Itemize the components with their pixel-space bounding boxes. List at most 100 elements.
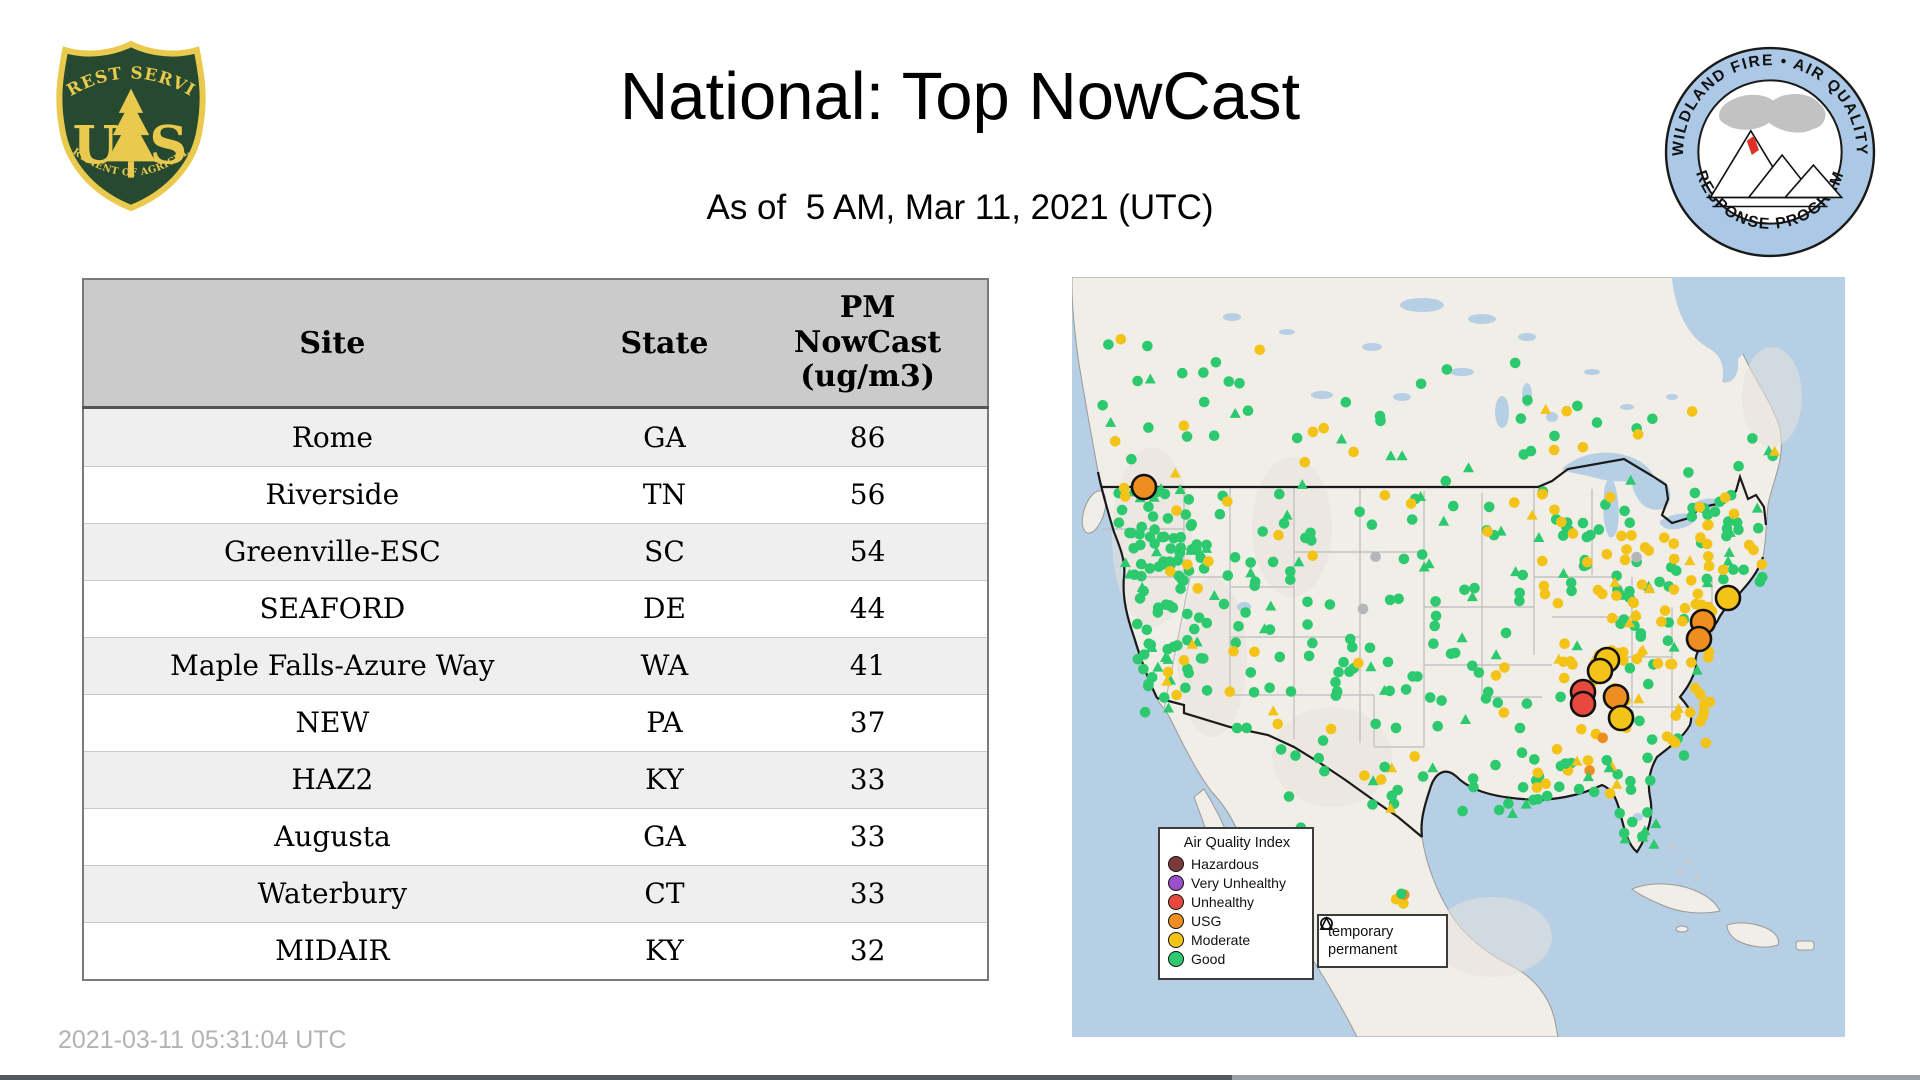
monitor-dot bbox=[1164, 600, 1175, 611]
monitor-dot bbox=[1177, 367, 1188, 379]
monitor-dot bbox=[1400, 684, 1412, 695]
monitor-dot bbox=[1218, 598, 1230, 610]
monitor-dot bbox=[1627, 596, 1639, 608]
monitor-dot bbox=[1492, 697, 1504, 708]
monitor-dot bbox=[1469, 582, 1480, 594]
monitor-dot bbox=[1187, 543, 1199, 555]
cell-site: Augusta bbox=[83, 807, 581, 866]
puerto-rico bbox=[1795, 940, 1815, 951]
monitor-dot bbox=[1632, 429, 1644, 440]
monitor-dot bbox=[1679, 602, 1691, 614]
monitor-dot bbox=[1601, 549, 1613, 560]
monitor-dot bbox=[1558, 656, 1569, 668]
monitor-dot bbox=[1152, 602, 1164, 613]
cell-site: SEAFORD bbox=[83, 579, 581, 638]
monitor-dot bbox=[1168, 641, 1179, 653]
monitor-dot bbox=[1490, 670, 1502, 681]
monitor-dot bbox=[1606, 612, 1618, 624]
monitor-dot bbox=[1214, 508, 1226, 520]
monitor-dot bbox=[1124, 527, 1135, 539]
cell-site: Rome bbox=[83, 407, 581, 467]
monitor-dot bbox=[1229, 552, 1241, 563]
monitor-dot bbox=[1248, 687, 1260, 698]
monitor-dot bbox=[1645, 775, 1656, 786]
monitor-dot bbox=[1158, 531, 1170, 543]
legend-permanent: permanent bbox=[1319, 916, 1440, 958]
cell-value: 44 bbox=[748, 579, 988, 638]
monitor-dot bbox=[1552, 598, 1564, 609]
monitor-dot bbox=[1272, 718, 1284, 730]
monitor-dot bbox=[1305, 527, 1316, 539]
monitor-dot bbox=[1325, 723, 1337, 735]
monitor-dot bbox=[1141, 624, 1153, 636]
monitor-dot bbox=[1601, 755, 1613, 766]
monitor-dot bbox=[1181, 431, 1193, 442]
bottom-bar-segment-dark bbox=[0, 1075, 1232, 1080]
monitor-dot bbox=[1275, 744, 1287, 755]
aqi-legend-item: Good bbox=[1168, 951, 1306, 967]
monitor-dot bbox=[1703, 551, 1714, 562]
cell-value: 33 bbox=[748, 807, 988, 866]
monitor-dot bbox=[1637, 831, 1648, 842]
monitor-dot bbox=[1517, 782, 1529, 793]
monitor-dot bbox=[1143, 678, 1154, 690]
monitor-dot bbox=[1231, 722, 1243, 734]
monitor-dot bbox=[1514, 595, 1525, 607]
col-header-state: State bbox=[580, 279, 749, 409]
monitor-dot bbox=[1635, 631, 1647, 642]
monitor-dot bbox=[1249, 580, 1260, 592]
monitor-dot bbox=[1144, 563, 1156, 574]
monitor-dot bbox=[1374, 410, 1386, 422]
monitor-dot bbox=[1500, 627, 1512, 639]
monitor-dot bbox=[1646, 734, 1658, 745]
monitor-dot bbox=[1405, 498, 1417, 509]
monitor-dot bbox=[1539, 588, 1551, 600]
monitor-dot bbox=[1171, 689, 1182, 701]
top-site-marker bbox=[1130, 473, 1158, 501]
monitor-dot bbox=[1171, 505, 1182, 516]
monitor-dot bbox=[1445, 648, 1457, 659]
monitor-dot bbox=[1384, 685, 1395, 697]
monitor-dot bbox=[1515, 413, 1527, 424]
monitor-dot bbox=[1709, 506, 1721, 518]
aqi-color-swatch bbox=[1168, 894, 1184, 910]
monitor-dot bbox=[1605, 492, 1616, 503]
monitor-dot bbox=[1417, 771, 1429, 782]
monitor-dot bbox=[1132, 618, 1143, 630]
monitor-dot bbox=[1516, 747, 1528, 758]
top-site-marker bbox=[1569, 690, 1597, 718]
monitor-dot bbox=[1195, 653, 1207, 664]
monitor-dot bbox=[1528, 794, 1539, 806]
monitor-dot bbox=[1692, 588, 1704, 600]
monitor-dot bbox=[1521, 698, 1533, 709]
monitor-dot bbox=[1254, 344, 1265, 356]
monitor-dot bbox=[1147, 511, 1159, 522]
aqi-legend-item: Hazardous bbox=[1168, 856, 1306, 872]
monitor-dot bbox=[1182, 608, 1193, 620]
monitor-dot bbox=[1448, 500, 1459, 512]
monitor-dot bbox=[1290, 750, 1301, 761]
monitor-dot bbox=[1597, 588, 1608, 600]
monitor-dot bbox=[1274, 488, 1285, 500]
monitor-dot bbox=[1203, 556, 1214, 567]
monitor-dot bbox=[1626, 530, 1637, 541]
monitor-dot bbox=[1115, 334, 1127, 345]
monitor-dot bbox=[1386, 790, 1398, 802]
monitor-dot bbox=[1116, 504, 1128, 516]
monitor-dot bbox=[1228, 646, 1239, 657]
monitor-dot bbox=[1624, 517, 1636, 529]
monitor-dot bbox=[1139, 706, 1151, 718]
monitor-dot bbox=[1440, 475, 1452, 487]
monitor-dot bbox=[1582, 755, 1594, 766]
monitor-dot bbox=[1642, 752, 1653, 764]
monitor-dot bbox=[1424, 692, 1436, 703]
monitor-dot bbox=[1242, 405, 1254, 416]
cell-state: KY bbox=[580, 750, 749, 809]
monitor-dot bbox=[1359, 770, 1370, 781]
monitor-dot bbox=[1548, 444, 1560, 456]
monitor-dot bbox=[1257, 526, 1268, 537]
table-row: Maple Falls-Azure Way WA 41 bbox=[83, 636, 988, 695]
monitor-dot bbox=[1662, 635, 1674, 646]
monitor-dot bbox=[1299, 456, 1311, 468]
monitor-dot bbox=[1694, 688, 1706, 700]
